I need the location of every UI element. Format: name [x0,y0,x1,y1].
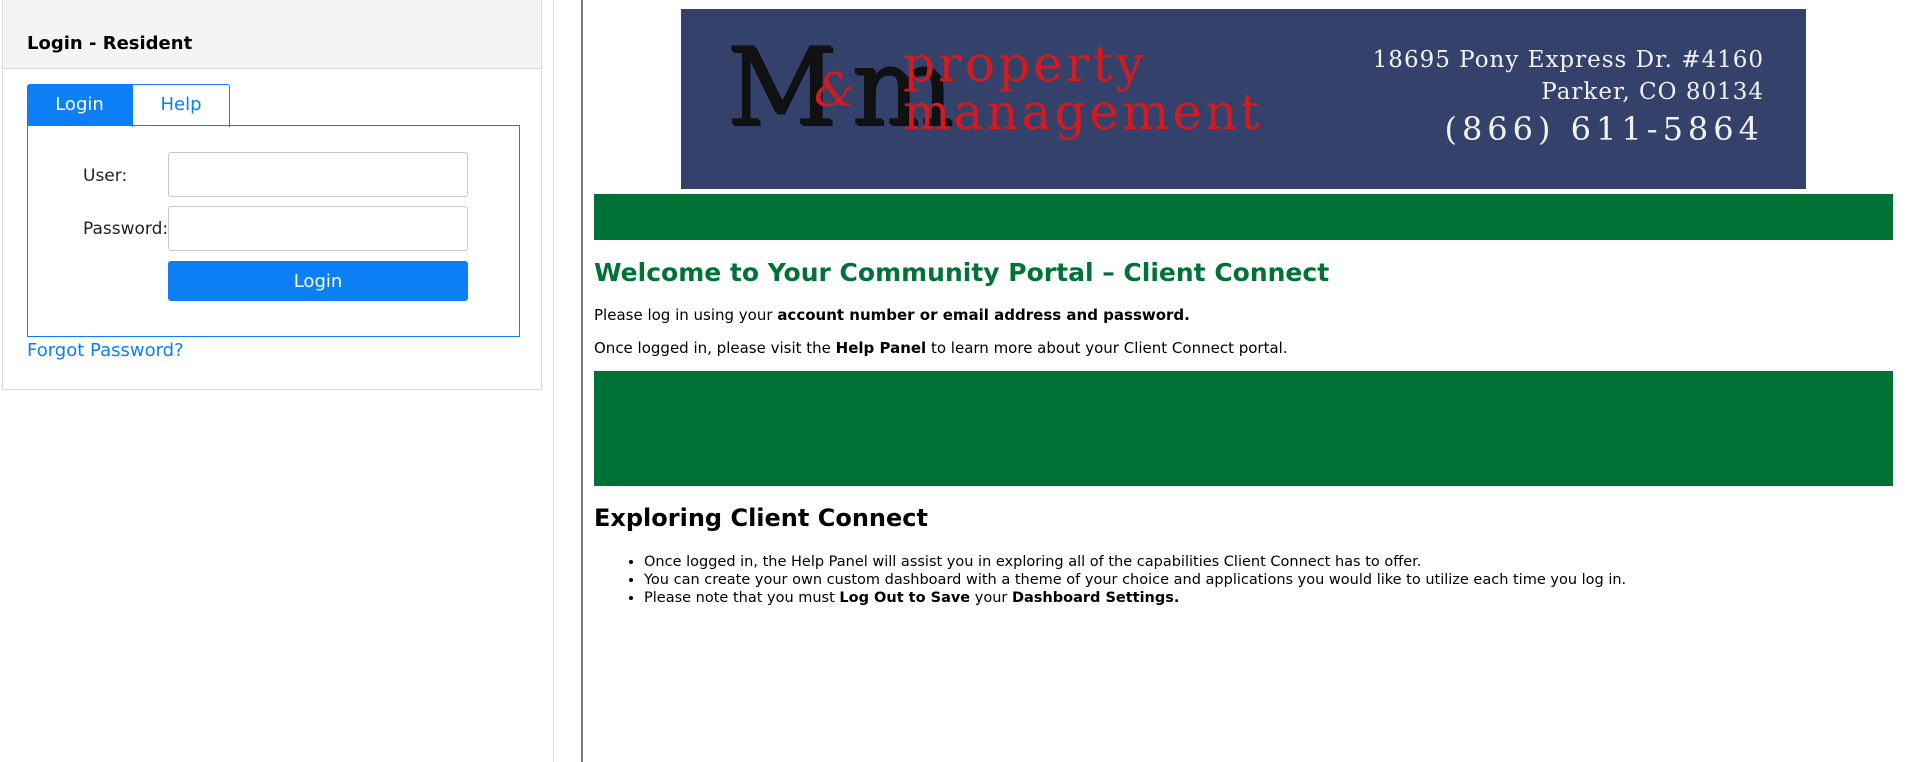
company-logo-ampersand: & [814,63,855,117]
list-item: You can create your own custom dashboard… [644,571,1626,589]
company-city: Parker, CO 80134 [1541,79,1764,105]
list-item: Once logged in, the Help Panel will assi… [644,553,1626,571]
password-input[interactable] [168,206,468,251]
user-input[interactable] [168,152,468,197]
green-divider-bar [594,194,1893,240]
help-instructions: Once logged in, please visit the Help Pa… [594,339,1288,357]
forgot-password-link[interactable]: Forgot Password? [27,340,184,361]
help-instructions-suffix: to learn more about your Client Connect … [926,339,1288,357]
list-item-text: your [970,590,1012,606]
tab-login[interactable]: Login [27,84,132,126]
tab-help[interactable]: Help [132,84,230,127]
login-panel-title: Login - Resident [27,33,193,54]
feature-list: Once logged in, the Help Panel will assi… [630,553,1626,607]
dashboard-settings-emphasis: Dashboard Settings. [1011,590,1180,606]
company-banner: M m & property management 18695 Pony Exp… [681,9,1806,189]
list-item: Please note that you must Log Out to Sav… [644,589,1626,607]
company-logo-line2: management [903,83,1264,141]
login-instructions: Please log in using your account number … [594,306,1190,324]
login-form: User: Password: Login [27,125,520,337]
user-label: User: [83,166,128,186]
exploring-title: Exploring Client Connect [594,504,928,532]
list-item-text: Please note that you must [644,590,840,606]
login-instructions-text: Please log in using your [594,306,778,324]
company-logo-line1: property [903,35,1147,93]
help-instructions-text: Once logged in, please visit the [594,339,836,357]
welcome-title: Welcome to Your Community Portal – Clien… [594,258,1330,287]
company-street-address: 18695 Pony Express Dr. #4160 [1372,47,1764,73]
company-phone: (866) 611-5864 [1444,110,1764,148]
frame-divider [581,0,583,762]
login-panel: Login - Resident Login Help User: Passwo… [2,0,542,390]
help-panel-emphasis: Help Panel [835,339,927,357]
login-button[interactable]: Login [168,261,468,301]
login-panel-header: Login - Resident [3,0,541,69]
log-out-emphasis: Log Out to Save [839,590,971,606]
green-feature-bar [594,371,1893,486]
panel-divider [553,0,554,762]
password-label: Password: [83,219,169,239]
login-instructions-emphasis: account number or email address and pass… [777,306,1190,324]
